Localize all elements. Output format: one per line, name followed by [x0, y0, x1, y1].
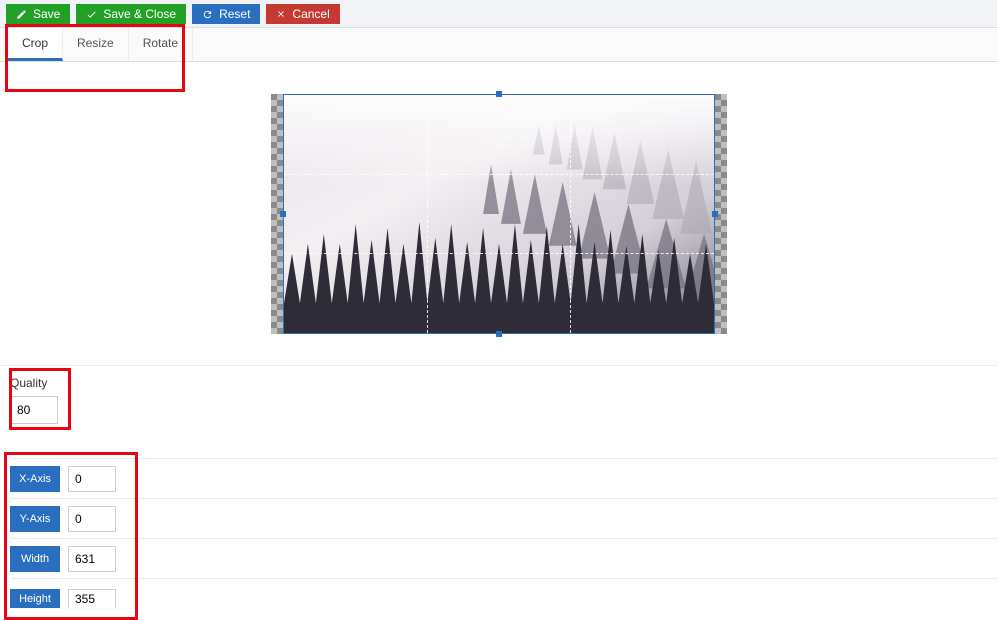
y-axis-button[interactable]: Y-Axis — [10, 506, 60, 532]
width-button[interactable]: Width — [10, 546, 60, 572]
row-x-axis: X-Axis — [10, 458, 997, 498]
cancel-button[interactable]: Cancel — [266, 4, 339, 24]
save-close-label: Save & Close — [103, 7, 176, 21]
reset-button[interactable]: Reset — [192, 4, 260, 24]
y-axis-label: Y-Axis — [20, 513, 51, 525]
row-y-axis: Y-Axis — [10, 498, 997, 538]
tab-resize-label: Resize — [77, 36, 114, 50]
crop-handle-bottom[interactable] — [496, 331, 502, 337]
image-stage — [0, 62, 997, 366]
x-axis-button[interactable]: X-Axis — [10, 466, 60, 492]
quality-input[interactable] — [10, 396, 58, 424]
quality-label: Quality — [10, 376, 987, 390]
crop-area[interactable] — [283, 94, 715, 334]
tab-crop-label: Crop — [22, 36, 48, 50]
crop-handle-top[interactable] — [496, 91, 502, 97]
width-label: Width — [21, 553, 49, 565]
cancel-label: Cancel — [292, 7, 329, 21]
row-width: Width — [10, 538, 997, 578]
check-icon — [86, 9, 97, 20]
x-axis-label: X-Axis — [19, 473, 51, 485]
tab-crop[interactable]: Crop — [8, 28, 63, 61]
top-toolbar: Save Save & Close Reset Cancel — [0, 0, 997, 28]
edit-icon — [16, 9, 27, 20]
save-button[interactable]: Save — [6, 4, 70, 24]
crop-handle-right[interactable] — [712, 211, 718, 217]
height-button[interactable]: Height — [10, 589, 60, 609]
width-input[interactable] — [68, 546, 116, 572]
save-close-button[interactable]: Save & Close — [76, 4, 186, 24]
x-axis-input[interactable] — [68, 466, 116, 492]
refresh-icon — [202, 9, 213, 20]
dimensions-section: X-Axis Y-Axis Width Height — [0, 458, 997, 608]
image-canvas[interactable] — [283, 94, 715, 334]
forest-image — [284, 95, 714, 333]
tabs-container: Crop Resize Rotate — [0, 28, 997, 62]
save-label: Save — [33, 7, 60, 21]
height-input[interactable] — [68, 589, 116, 609]
row-height: Height — [10, 578, 997, 608]
y-axis-input[interactable] — [68, 506, 116, 532]
height-label: Height — [19, 593, 51, 605]
tab-rotate[interactable]: Rotate — [129, 28, 193, 61]
close-icon — [276, 9, 286, 19]
crop-handle-left[interactable] — [280, 211, 286, 217]
quality-section: Quality — [0, 366, 997, 424]
tab-resize[interactable]: Resize — [63, 28, 129, 61]
tab-rotate-label: Rotate — [143, 36, 178, 50]
reset-label: Reset — [219, 7, 250, 21]
